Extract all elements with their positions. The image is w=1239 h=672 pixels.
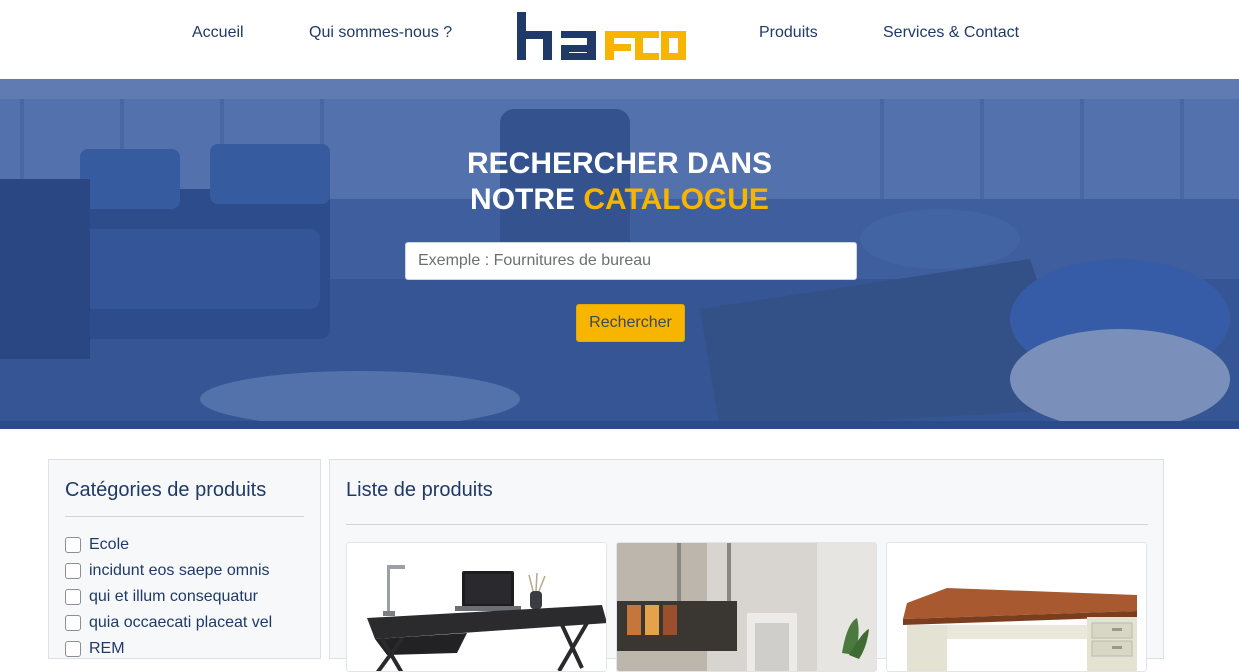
hero-banner: RECHERCHER DANS NOTRE CATALOGUE Recherch…	[0, 79, 1239, 429]
search-input[interactable]	[405, 242, 857, 280]
search-button[interactable]: Rechercher	[576, 304, 685, 342]
categories-panel: Catégories de produits Ecole incidunt eo…	[48, 459, 321, 659]
category-checkbox[interactable]	[65, 615, 81, 631]
hero-title-line1: RECHERCHER DANS	[466, 147, 773, 180]
navbar: Accueil Qui sommes-nous ? Produits Servi…	[0, 0, 1239, 79]
category-item[interactable]: REM	[65, 638, 125, 660]
category-item[interactable]: Ecole	[65, 534, 129, 556]
category-item[interactable]: quia occaecati placeat vel	[65, 612, 272, 634]
category-checkbox[interactable]	[65, 537, 81, 553]
category-label: Ecole	[89, 536, 130, 553]
category-item[interactable]: incidunt eos saepe omnis	[65, 560, 270, 582]
product-card[interactable]	[616, 542, 877, 672]
product-card[interactable]	[346, 542, 607, 672]
divider	[346, 524, 1148, 525]
products-title: Liste de produits	[346, 479, 493, 501]
category-label: incidunt eos saepe omnis	[89, 562, 270, 579]
category-item[interactable]: qui et illum consequatur	[65, 586, 258, 608]
category-checkbox[interactable]	[65, 563, 81, 579]
hero-title-line2: NOTRE CATALOGUE	[0, 182, 1239, 218]
products-panel: Liste de produits	[329, 459, 1164, 672]
categories-title: Catégories de produits	[65, 479, 267, 501]
nav-link-accueil[interactable]: Accueil	[192, 24, 244, 42]
category-label: REM	[89, 640, 125, 657]
category-checkbox[interactable]	[65, 641, 81, 657]
hero-title-accent: CATALOGUE	[583, 183, 769, 216]
product-card[interactable]	[886, 542, 1147, 672]
category-label: quia occaecati placeat vel	[89, 614, 273, 631]
product-image-desk-with-laptop	[347, 543, 606, 671]
nav-link-produits[interactable]: Produits	[759, 24, 818, 42]
hafco-logo[interactable]	[517, 12, 687, 62]
nav-link-services-contact[interactable]: Services & Contact	[883, 24, 1019, 42]
product-image-executive-desk	[887, 543, 1146, 671]
category-label: qui et illum consequatur	[89, 588, 258, 605]
category-checkbox[interactable]	[65, 589, 81, 605]
divider	[65, 516, 304, 517]
product-image-office-interior	[617, 543, 876, 671]
nav-link-qui-sommes-nous[interactable]: Qui sommes-nous ?	[309, 24, 452, 42]
hero-title-prefix: NOTRE	[470, 183, 584, 216]
